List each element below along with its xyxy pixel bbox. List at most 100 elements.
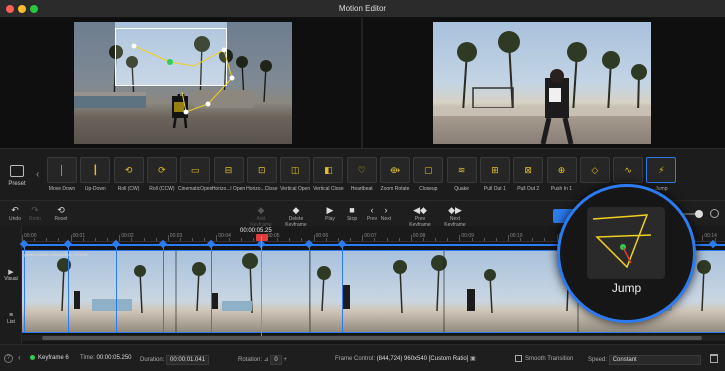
chevron-left-icon[interactable]: ‹: [18, 353, 21, 362]
duration-info: Duration: 00:00:01.041: [140, 355, 210, 365]
visual-icon: ▶: [8, 269, 14, 276]
push-in-1-icon: ⊕: [546, 157, 577, 183]
smooth-transition-checkbox[interactable]: [515, 355, 522, 362]
playhead[interactable]: [261, 236, 262, 336]
frame-control-icon[interactable]: ▣: [470, 356, 476, 362]
up-down-icon: ┃: [80, 157, 111, 183]
vertical-open-icon: ◫: [280, 157, 311, 183]
ruler-tick: [362, 235, 364, 241]
preset-horizo-close[interactable]: ⊡ Horizo...Close: [246, 157, 278, 197]
next-frame-button[interactable]: › Next: [371, 205, 401, 222]
preset-up-down[interactable]: ┃ Up-Down: [79, 157, 111, 197]
time-info: Time: 00:00:05.250: [80, 355, 132, 361]
zoom-in-icon[interactable]: [710, 209, 719, 218]
preset-horizo-l-open[interactable]: ⊟ Horizo...l Open: [212, 157, 245, 197]
keyframe-guide-line: [211, 246, 212, 332]
next-keyframe-button[interactable]: ◆▶ Next Keyframe: [440, 205, 470, 228]
ruler-label: 00:14: [704, 233, 717, 239]
preset-heartbeat[interactable]: ♡ Heartbeat: [346, 157, 378, 197]
zoom-slider-handle[interactable]: [695, 210, 703, 218]
speed-select[interactable]: Constant: [608, 355, 701, 365]
ruler-tick: [313, 235, 315, 241]
keyframe-guide-line: [163, 246, 164, 332]
keyframe-guide-line: [309, 246, 310, 332]
cinematic-open-icon: ▭: [180, 157, 211, 183]
keyframe-guide-line: [116, 246, 117, 332]
preset-vertical-close[interactable]: ◧ Vertical Close: [312, 157, 344, 197]
preset-pull-out-2[interactable]: ⊠ Pull Out 2: [512, 157, 544, 197]
add-icon[interactable]: +: [283, 357, 287, 363]
preset-push-in-1[interactable]: ⊕ Push In 1: [546, 157, 578, 197]
preset-icon: ◇: [579, 157, 610, 183]
chevron-left-icon[interactable]: ‹: [36, 169, 39, 180]
preset-move-down[interactable]: │ Move Down: [46, 157, 78, 197]
current-keyframe-point: [167, 59, 173, 65]
source-preview[interactable]: [74, 22, 292, 144]
preset-roll-cw[interactable]: ⟲ Roll (CW): [113, 157, 145, 197]
window-title: Motion Editor: [338, 4, 387, 13]
roll-cw-icon: ⟲: [113, 157, 144, 183]
ruler-label: 00:07: [364, 233, 377, 239]
pull-out-2-icon: ⊠: [513, 157, 544, 183]
motion-path-overlay: [131, 43, 235, 115]
add-keyframe-button[interactable]: ◆ Add Keyframe: [246, 205, 276, 228]
jump-preset-zoom-callout: Jump: [557, 184, 696, 323]
preset-quake[interactable]: ≋ Quake: [446, 157, 478, 197]
ruler-label: 00:00: [24, 233, 37, 239]
prev-keyframe-icon: ◀◆: [413, 205, 427, 215]
scrollbar-thumb[interactable]: [42, 336, 702, 340]
visual-tab[interactable]: ▶ Visual: [0, 268, 22, 282]
ruler-label: 00:09: [461, 233, 474, 239]
ruler-tick: [252, 238, 254, 241]
timeline-scrollbar[interactable]: [22, 335, 725, 341]
ruler-tick: [155, 238, 157, 241]
closeup-icon: ▢: [413, 157, 444, 183]
speed-info: Speed: Constant: [588, 355, 701, 365]
ruler-tick: [192, 238, 194, 241]
ruler-tick: [398, 238, 400, 241]
quake-icon: ≋: [446, 157, 477, 183]
ruler-tick: [289, 238, 291, 241]
move-down-icon: │: [47, 157, 77, 183]
ruler-label: 00:10: [510, 233, 523, 239]
duration-field[interactable]: 00:00:01.041: [166, 355, 210, 365]
status-bar: ? ‹ Keyframe 6 Time: 00:00:05.250 Durati…: [0, 344, 725, 371]
title-bar: Motion Editor: [0, 0, 725, 18]
preset-vertical-open[interactable]: ◫ Vertical Open: [279, 157, 311, 197]
rotation-field[interactable]: 0: [270, 355, 282, 365]
preset-closeup[interactable]: ▢ Closeup: [412, 157, 444, 197]
zoom-rotate-icon: ⟴: [380, 157, 410, 183]
list-icon: ≡: [8, 312, 14, 319]
ruler-tick: [532, 238, 534, 241]
preset-cinematicopen[interactable]: ▭ CinematicOpen: [178, 157, 212, 197]
ruler-tick: [435, 238, 437, 241]
jump-preset-tile-zoomed[interactable]: [587, 207, 665, 279]
horizontal-open-icon: ⊟: [213, 157, 244, 183]
preset-tab[interactable]: Preset: [2, 151, 32, 197]
ruler-tick: [386, 238, 388, 241]
add-keyframe-icon: ◆: [257, 205, 265, 215]
trash-icon[interactable]: [710, 354, 718, 363]
preset-zoom-rotate[interactable]: ⟴ Zoom Rotate: [379, 157, 411, 197]
ruler-tick: [204, 238, 206, 241]
smooth-transition-toggle[interactable]: Smooth Transition: [515, 355, 573, 362]
help-button[interactable]: ?: [4, 354, 13, 363]
ruler-tick: [119, 235, 121, 241]
ruler-label: 00:03: [169, 233, 183, 239]
preset-pull-out-1[interactable]: ⊞ Pull Out 1: [479, 157, 511, 197]
preset-label: Push In 1: [550, 186, 573, 192]
pull-out-1-icon: ⊞: [479, 157, 510, 183]
ruler-tick: [107, 238, 109, 241]
reset-button[interactable]: ⟲ Reset: [46, 205, 76, 222]
delete-keyframe-button[interactable]: ◆ Delete Keyframe: [281, 205, 311, 228]
preview-divider[interactable]: [361, 18, 363, 148]
preset-roll-ccw[interactable]: ⟳ Roll (CCW): [146, 157, 178, 197]
path-point-3: [131, 43, 137, 49]
ruler-tick: [94, 238, 96, 241]
preview-area: [0, 18, 725, 148]
list-tab[interactable]: ≡ List: [0, 312, 22, 325]
heartbeat-icon: ♡: [346, 157, 377, 183]
prev-keyframe-button[interactable]: ◀◆ Prev Keyframe: [405, 205, 435, 228]
ruler-tick: [143, 238, 145, 241]
ruler-tick: [240, 238, 242, 241]
